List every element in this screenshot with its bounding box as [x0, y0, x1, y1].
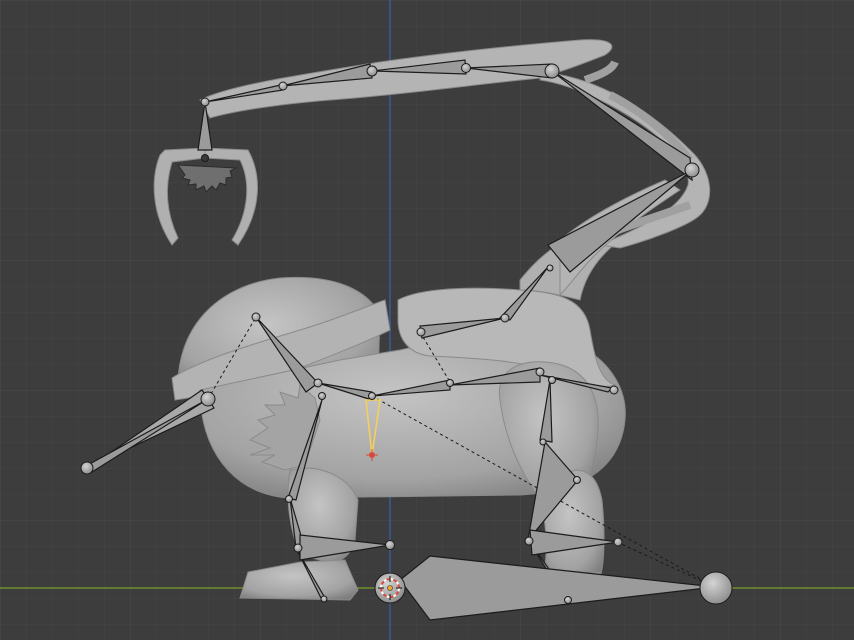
joint[interactable]	[539, 438, 547, 446]
joint[interactable]	[80, 461, 94, 475]
joint[interactable]	[368, 392, 376, 400]
joint[interactable]	[613, 537, 623, 547]
joint[interactable]	[285, 495, 293, 503]
joint[interactable]	[573, 476, 581, 484]
3d-viewport[interactable]	[0, 0, 854, 640]
joint[interactable]	[313, 378, 323, 388]
joint[interactable]	[416, 327, 426, 337]
joint[interactable]	[564, 596, 572, 604]
joint[interactable]	[609, 385, 619, 395]
joint[interactable]	[320, 595, 328, 603]
joint[interactable]	[446, 379, 454, 387]
joint[interactable]	[293, 543, 303, 553]
viewport-canvas[interactable]	[0, 0, 854, 640]
joint[interactable]	[366, 65, 378, 77]
joint[interactable]	[684, 162, 700, 178]
joint[interactable]	[524, 536, 534, 546]
joint[interactable]	[278, 81, 288, 91]
joint[interactable]	[548, 376, 556, 384]
joint[interactable]	[200, 391, 216, 407]
joint[interactable]	[318, 392, 326, 400]
joint[interactable]	[251, 312, 261, 322]
joint[interactable]	[500, 313, 510, 323]
joint[interactable]	[546, 264, 554, 272]
3d-cursor-icon[interactable]	[374, 572, 406, 604]
joint[interactable]	[699, 571, 733, 605]
joint[interactable]	[200, 97, 210, 107]
joint[interactable]	[201, 154, 209, 162]
joint[interactable]	[544, 63, 560, 79]
joint[interactable]	[535, 367, 545, 377]
joint[interactable]	[385, 540, 395, 550]
joint[interactable]	[461, 63, 471, 73]
